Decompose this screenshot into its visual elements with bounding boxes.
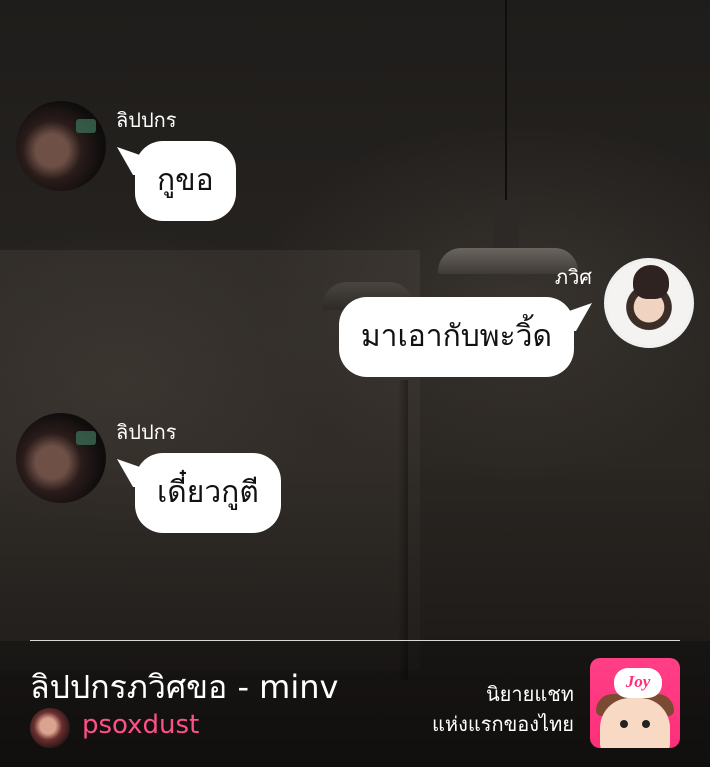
promo-text-line2: แห่งแรกของไทย (432, 712, 574, 736)
message-bubble[interactable]: กูขอ (135, 141, 236, 221)
logo-text: Joy (625, 672, 651, 691)
sender-name: ภวิศ (554, 265, 592, 289)
door-edge (398, 380, 408, 680)
logo-character-eye (642, 720, 650, 728)
avatar-lippakorn[interactable] (16, 413, 106, 503)
logo-speech-bubble: Joy (614, 668, 662, 698)
avatar-phawit[interactable] (604, 258, 694, 348)
joy-logo[interactable]: Joy (590, 658, 680, 748)
avatar-lippakorn[interactable] (16, 101, 106, 191)
author-avatar[interactable] (30, 708, 70, 748)
promo-text-line1: นิยายแชท (486, 682, 574, 706)
logo-character-face (600, 698, 670, 748)
lamp-top (493, 200, 519, 250)
story-title[interactable]: ลิปปกรภวิศขอ - minv (30, 662, 338, 713)
message-bubble[interactable]: มาเอากับพะวิ้ด (338, 297, 574, 377)
author-name[interactable]: psoxdust (82, 710, 199, 740)
sender-name: ลิปปกร (116, 420, 177, 444)
sender-name: ลิปปกร (116, 108, 177, 132)
lamp-cord (505, 0, 507, 200)
message-bubble[interactable]: เดี๋ยวกูตี (135, 453, 281, 533)
logo-character-eye (620, 720, 628, 728)
footer-divider (30, 640, 680, 641)
